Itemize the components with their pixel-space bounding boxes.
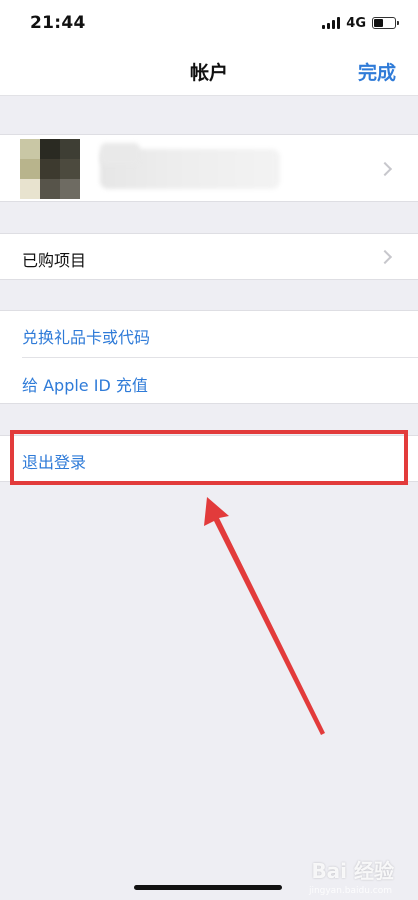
add-funds-link[interactable]: 给 Apple ID 充值 xyxy=(22,372,148,396)
account-name-blurred-part xyxy=(100,143,140,165)
avatar-pixel xyxy=(60,159,80,179)
network-type: 4G xyxy=(346,15,366,31)
cellular-signal-icon xyxy=(322,17,341,29)
avatar-pixel xyxy=(40,139,60,159)
watermark-url: jingyan.baidu.com xyxy=(308,886,392,896)
purchased-label: 已购项目 xyxy=(22,251,87,270)
battery-level xyxy=(374,19,383,27)
avatar-pixel xyxy=(60,179,80,199)
watermark-logo: Bai 经验 xyxy=(311,859,394,883)
done-button[interactable]: 完成 xyxy=(358,58,396,85)
purchased-row[interactable]: 已购项目 xyxy=(0,233,418,280)
avatar-pixel xyxy=(60,139,80,159)
page-title: 帐户 xyxy=(189,62,228,84)
avatar-pixel xyxy=(40,179,60,199)
account-profile-row[interactable] xyxy=(0,134,418,202)
navigation-bar: 帐户 完成 xyxy=(0,46,418,96)
chevron-right-icon xyxy=(377,161,393,177)
avatar-pixel xyxy=(20,159,40,179)
avatar-pixel xyxy=(20,179,40,199)
row-divider xyxy=(22,357,418,358)
status-time: 21:44 xyxy=(30,13,86,33)
battery-icon xyxy=(372,17,399,29)
status-bar: 21:44 4G xyxy=(0,0,418,46)
highlight-box xyxy=(10,430,408,485)
status-indicators: 4G xyxy=(322,15,399,31)
funds-group: 兑换礼品卡或代码 给 Apple ID 充值 xyxy=(0,310,418,404)
home-indicator[interactable] xyxy=(134,885,282,890)
avatar-pixel xyxy=(40,159,60,179)
redeem-gift-card-link[interactable]: 兑换礼品卡或代码 xyxy=(22,324,150,348)
chevron-right-icon xyxy=(377,249,393,265)
avatar xyxy=(20,139,80,199)
avatar-pixel xyxy=(20,139,40,159)
annotation-arrow-shape xyxy=(204,497,325,735)
